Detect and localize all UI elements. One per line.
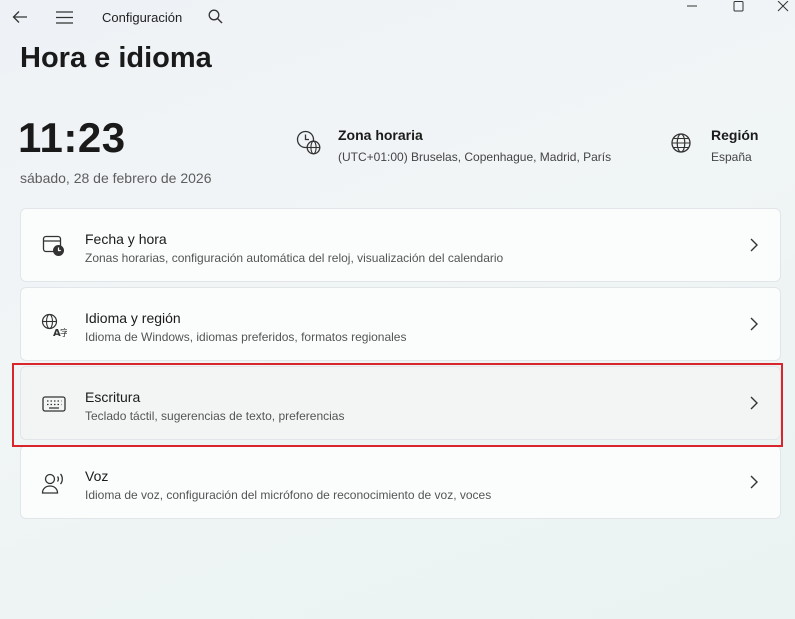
chevron-right-icon xyxy=(750,475,758,489)
chevron-right-icon xyxy=(750,317,758,331)
card-title: Escritura xyxy=(85,389,141,405)
card-escritura[interactable]: Escritura Teclado táctil, sugerencias de… xyxy=(20,366,781,440)
speech-icon xyxy=(41,470,67,496)
timezone-label: Zona horaria xyxy=(338,127,423,143)
card-subtitle: Idioma de voz, configuración del micrófo… xyxy=(85,488,492,502)
timezone-value: (UTC+01:00) Bruselas, Copenhague, Madrid… xyxy=(338,150,612,164)
minimize-button[interactable] xyxy=(680,0,704,14)
card-subtitle: Teclado táctil, sugerencias de texto, pr… xyxy=(85,409,345,423)
minimize-icon xyxy=(687,5,697,7)
maximize-icon xyxy=(733,1,744,12)
card-title: Idioma y región xyxy=(85,310,181,326)
close-button[interactable] xyxy=(771,0,795,14)
language-icon: A 字 xyxy=(41,312,67,338)
card-fecha-y-hora[interactable]: Fecha y hora Zonas horarias, configuraci… xyxy=(20,208,781,282)
card-voz[interactable]: Voz Idioma de voz, configuración del mic… xyxy=(20,445,781,519)
svg-text:字: 字 xyxy=(60,327,67,337)
current-date: sábado, 28 de febrero de 2026 xyxy=(20,170,212,186)
card-title: Voz xyxy=(85,468,109,484)
card-idioma-y-region[interactable]: A 字 Idioma y región Idioma de Windows, i… xyxy=(20,287,781,361)
search-icon xyxy=(208,9,222,23)
hamburger-icon xyxy=(55,10,73,24)
close-icon xyxy=(777,1,789,12)
region-value: España xyxy=(711,150,752,164)
card-subtitle: Zonas horarias, configuración automática… xyxy=(85,251,504,265)
keyboard-icon xyxy=(41,391,67,417)
clock-globe-icon xyxy=(296,130,322,156)
page-title: Hora e idioma xyxy=(20,42,212,74)
region-label: Región xyxy=(711,127,759,143)
navigation-menu-button[interactable] xyxy=(52,5,76,29)
search-button[interactable] xyxy=(205,5,225,27)
back-button[interactable] xyxy=(8,5,32,29)
chevron-right-icon xyxy=(750,396,758,410)
title-bar: Configuración xyxy=(0,0,795,34)
globe-icon xyxy=(670,131,692,155)
calendar-clock-icon xyxy=(41,233,67,259)
card-title: Fecha y hora xyxy=(85,231,167,247)
chevron-right-icon xyxy=(750,238,758,252)
maximize-button[interactable] xyxy=(727,0,751,14)
current-time: 11:23 xyxy=(18,114,126,161)
arrow-left-icon xyxy=(12,11,27,23)
card-subtitle: Idioma de Windows, idiomas preferidos, f… xyxy=(85,330,407,344)
app-title: Configuración xyxy=(102,10,183,25)
